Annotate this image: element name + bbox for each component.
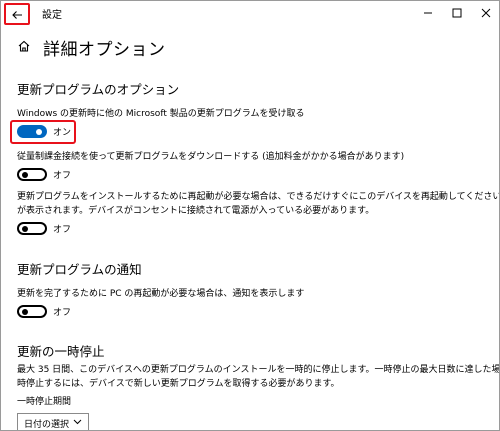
toggle-knob	[36, 128, 42, 135]
pause-description-cont: 時停止するには、デバイスで新しい更新プログラムを取得する必要があります。	[17, 379, 340, 389]
toggle-knob	[22, 308, 28, 315]
title-bar: 設定	[1, 1, 499, 25]
option-label-restart-asap: 更新プログラムをインストールするために再起動が必要な場合は、できるだけすぐにこの…	[17, 192, 499, 202]
maximize-button[interactable]	[446, 3, 468, 21]
close-icon	[481, 3, 491, 22]
page-header: 詳細オプション	[17, 34, 166, 60]
maximize-icon	[452, 3, 462, 22]
option-label-other-products: Windows の更新時に他の Microsoft 製品の更新プログラムを受け取…	[17, 109, 305, 119]
pause-description: 最大 35 日間、このデバイスへの更新プログラムのインストールを一時的に停止しま…	[17, 365, 500, 375]
minimize-icon	[423, 3, 433, 22]
back-button[interactable]	[4, 3, 30, 25]
pause-date-dropdown[interactable]: 日付の選択	[17, 413, 89, 430]
home-icon[interactable]	[17, 38, 31, 57]
option-label-metered-download: 従量制課金接続を使って更新プログラムをダウンロードする (追加料金がかかる場合が…	[17, 152, 405, 162]
toggle-other-products[interactable]	[17, 125, 47, 138]
toggle-state-metered-download: オフ	[53, 171, 72, 181]
toggle-state-other-products: オン	[53, 128, 72, 138]
close-button[interactable]	[475, 3, 497, 21]
option-label-restart-notification: 更新を完了するために PC の再起動が必要な場合は、通知を表示します	[17, 289, 305, 299]
dropdown-value: 日付の選択	[24, 419, 70, 430]
toggle-state-restart-asap: オフ	[53, 225, 72, 235]
pause-period-label: 一時停止期間	[17, 397, 72, 407]
toggle-knob	[22, 171, 28, 178]
toggle-restart-notification[interactable]	[17, 305, 47, 318]
settings-window: 設定 詳細オプション 更新プログラムのオプション Windows の更新時に他の…	[0, 0, 500, 431]
page-title: 詳細オプション	[43, 39, 166, 60]
section-title-pause-updates: 更新の一時停止	[17, 344, 105, 359]
toggle-restart-asap[interactable]	[17, 222, 47, 235]
toggle-state-restart-notification: オフ	[53, 308, 72, 318]
toggle-metered-download[interactable]	[17, 168, 47, 181]
toggle-knob	[22, 225, 28, 232]
section-title-update-options: 更新プログラムのオプション	[17, 82, 180, 97]
section-title-notifications: 更新プログラムの通知	[17, 262, 142, 277]
chevron-down-icon	[73, 418, 82, 428]
option-label-restart-asap-cont: が表示されます。デバイスがコンセントに接続されて電源が入っている必要があります。	[17, 206, 375, 216]
minimize-button[interactable]	[417, 3, 439, 21]
window-title: 設定	[42, 10, 62, 21]
back-arrow-icon	[11, 5, 23, 24]
